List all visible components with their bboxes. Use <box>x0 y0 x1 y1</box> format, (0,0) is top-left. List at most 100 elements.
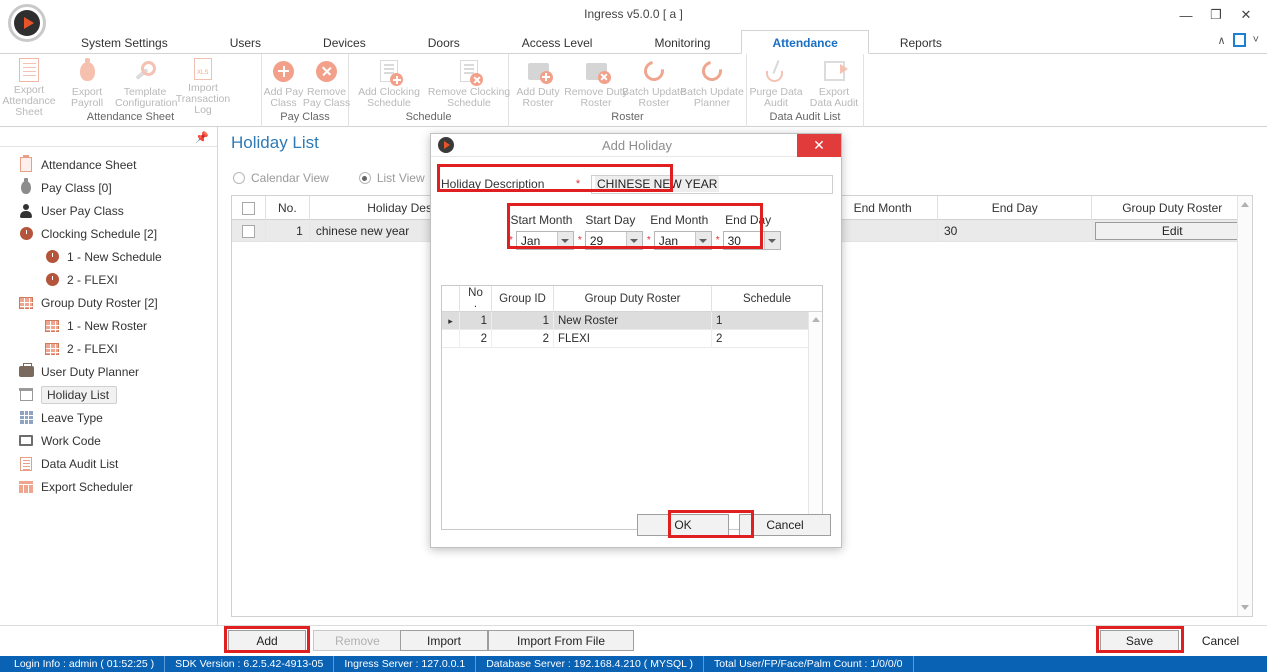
tab-devices[interactable]: Devices <box>292 30 397 54</box>
ribbon-button-remove-duty-roster[interactable]: Remove Duty Roster <box>564 54 628 110</box>
inner-header-no[interactable]: No. <box>460 286 492 312</box>
sidebar-item-group-duty-roster[interactable]: Group Duty Roster [2] <box>0 291 217 314</box>
pin-icon[interactable]: 📌 <box>195 131 209 144</box>
holiday-description-label: Holiday Description <box>441 177 545 191</box>
ribbon-button-export-data-audit[interactable]: Export Data Audit <box>805 54 863 110</box>
radio-list-view[interactable]: List View <box>358 171 425 185</box>
import-button[interactable]: Import <box>400 630 488 651</box>
dialog-close-button[interactable]: ✕ <box>797 134 841 157</box>
end-month-field: End Month * Jan <box>647 213 712 250</box>
ribbon-button-template-configuration[interactable]: Template Configuration <box>115 54 177 110</box>
ribbon-button-export-payroll[interactable]: Export Payroll <box>58 54 116 110</box>
end-day-select[interactable]: 30 <box>722 231 781 250</box>
end-day-label: End Day <box>725 213 772 227</box>
minimize-button[interactable]: — <box>1171 4 1201 26</box>
dialog-ok-button[interactable]: OK <box>637 514 729 536</box>
tab-access-level[interactable]: Access Level <box>491 30 624 54</box>
ribbon-button-export-attendance-sheet[interactable]: Export Attendance Sheet <box>0 54 58 118</box>
help-icon[interactable] <box>1232 33 1246 47</box>
ribbon-button-batch-update-planner[interactable]: Batch Update Planner <box>680 54 744 110</box>
close-window-button[interactable]: ✕ <box>1231 4 1261 26</box>
ribbon-button-add-duty-roster[interactable]: Add Duty Roster <box>509 54 567 110</box>
edit-roster-button[interactable]: Edit <box>1095 222 1250 240</box>
ribbon-button-import-transaction-log[interactable]: ImportTransaction Log <box>174 54 232 116</box>
table-row[interactable]: 2 2 FLEXI 2 <box>442 330 822 348</box>
cancel-button[interactable]: Cancel <box>1185 630 1256 651</box>
sidebar-item-work-code[interactable]: Work Code <box>0 429 217 452</box>
table-row[interactable]: ▸ 1 1 New Roster 1 <box>442 312 822 330</box>
radio-calendar-view[interactable]: Calendar View <box>233 171 329 185</box>
start-month-field: Start Month * Jan <box>509 213 574 250</box>
tab-users[interactable]: Users <box>199 30 292 54</box>
sidebar-item-user-duty-planner[interactable]: User Duty Planner <box>0 360 217 383</box>
ribbon-button-batch-update-roster[interactable]: Batch Update Roster <box>622 54 686 110</box>
sidebar-item-export-scheduler[interactable]: Export Scheduler <box>0 475 217 498</box>
ribbon-button-purge-data-audit[interactable]: Purge Data Audit <box>747 54 805 110</box>
holiday-description-input[interactable]: CHINESE NEW YEAR <box>591 174 833 194</box>
sidebar-item-clocking-schedule[interactable]: Clocking Schedule [2] <box>0 222 217 245</box>
ribbon-label: Add Duty Roster <box>516 86 560 109</box>
start-day-value: 29 <box>589 233 604 248</box>
end-month-select[interactable]: Jan <box>653 231 712 250</box>
chevron-down-icon[interactable] <box>763 232 780 249</box>
ribbon-group-label: Schedule <box>405 111 452 123</box>
ribbon-button-add-pay-class[interactable]: Add Pay Class <box>262 54 305 110</box>
cell-no: 1 <box>460 312 492 330</box>
ribbon-button-remove-pay-class[interactable]: Remove Pay Class <box>303 54 350 110</box>
inner-grid-vertical-scrollbar[interactable] <box>808 312 822 529</box>
tab-system-settings[interactable]: System Settings <box>50 30 199 54</box>
ribbon-button-remove-clocking-schedule[interactable]: Remove Clocking Schedule <box>428 54 510 110</box>
sidebar-item-flexi-roster[interactable]: 2 - FLEXI <box>0 337 217 360</box>
sidebar-item-flexi-schedule[interactable]: 2 - FLEXI <box>0 268 217 291</box>
tab-reports[interactable]: Reports <box>869 30 973 54</box>
sidebar-item-label: Data Audit List <box>41 456 119 471</box>
inner-header-schedule[interactable]: Schedule <box>712 286 822 312</box>
sidebar-item-attendance-sheet[interactable]: Attendance Sheet <box>0 153 217 176</box>
start-day-select[interactable]: 29 <box>584 231 643 250</box>
scroll-up-icon[interactable] <box>812 317 820 322</box>
sidebar-item-label: 2 - FLEXI <box>67 341 118 356</box>
sidebar-item-user-pay-class[interactable]: User Pay Class <box>0 199 217 222</box>
scroll-up-icon[interactable] <box>1241 202 1249 207</box>
add-button[interactable]: Add <box>228 630 306 651</box>
sidebar-item-holiday-list[interactable]: Holiday List <box>0 383 217 406</box>
spoon-icon <box>766 58 786 84</box>
sidebar-item-new-schedule[interactable]: 1 - New Schedule <box>0 245 217 268</box>
chevron-down-icon[interactable] <box>625 232 642 249</box>
collapse-ribbon-icon[interactable]: ∧ <box>1218 34 1226 47</box>
grid-header-group-duty-roster[interactable]: Group Duty Roster <box>1092 196 1252 220</box>
ribbon-label: Export Payroll <box>70 86 104 109</box>
remove-button[interactable]: Remove <box>313 630 402 651</box>
tab-doors[interactable]: Doors <box>397 30 491 54</box>
more-options-icon[interactable]: ˅ <box>1253 34 1259 46</box>
sidebar-item-pay-class[interactable]: Pay Class [0] <box>0 176 217 199</box>
row-checkbox[interactable] <box>241 224 255 238</box>
import-from-file-button[interactable]: Import From File <box>488 630 634 651</box>
maximize-button[interactable]: ❐ <box>1201 4 1231 26</box>
sidebar-item-data-audit-list[interactable]: Data Audit List <box>0 452 217 475</box>
chevron-down-icon[interactable] <box>694 232 711 249</box>
chevron-down-icon[interactable] <box>556 232 573 249</box>
grid-header-end-day[interactable]: End Day <box>938 196 1093 220</box>
scroll-down-icon[interactable] <box>1241 605 1249 610</box>
ribbon-group-roster: Add Duty Roster Remove Duty Roster Batch U… <box>509 54 747 127</box>
grid-vertical-scrollbar[interactable] <box>1237 196 1252 616</box>
tab-monitoring[interactable]: Monitoring <box>623 30 741 54</box>
inner-header-group-id[interactable]: Group ID <box>492 286 554 312</box>
sidebar-item-label: Export Scheduler <box>41 479 134 494</box>
start-day-field: Start Day * 29 <box>578 213 643 250</box>
inner-header-group-duty-roster[interactable]: Group Duty Roster <box>554 286 712 312</box>
dialog-buttons: OK Cancel <box>637 514 831 536</box>
ribbon-button-add-clocking-schedule[interactable]: Add Clocking Schedule <box>349 54 429 110</box>
wrench-icon <box>134 58 156 84</box>
sidebar-item-leave-type[interactable]: Leave Type <box>0 406 217 429</box>
select-all-checkbox[interactable] <box>241 201 255 215</box>
tab-attendance[interactable]: Attendance <box>741 30 869 54</box>
grid-header-no[interactable]: No. <box>266 196 310 220</box>
save-button[interactable]: Save <box>1100 630 1179 651</box>
ribbon-group-data-audit-list: Purge Data Audit Export Data Audit Data Au… <box>747 54 864 127</box>
start-month-select[interactable]: Jan <box>515 231 574 250</box>
grid-header-end-month[interactable]: End Month <box>828 196 938 220</box>
sidebar-item-new-roster[interactable]: 1 - New Roster <box>0 314 217 337</box>
dialog-cancel-button[interactable]: Cancel <box>739 514 831 536</box>
